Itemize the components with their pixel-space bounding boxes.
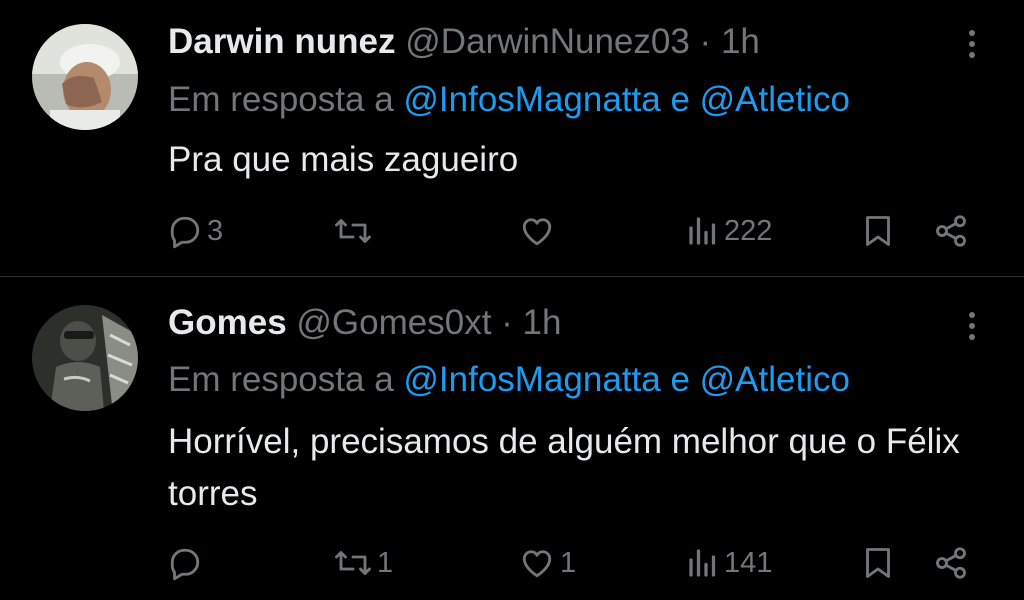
separator-dot: ·: [699, 22, 712, 61]
timestamp[interactable]: 1h: [523, 303, 562, 342]
reply-and: e: [660, 80, 700, 119]
separator-dot: ·: [501, 303, 513, 342]
reply-count: 3: [207, 214, 224, 247]
tweet-header: Darwin nunez @DarwinNunez03 · 1h: [168, 22, 760, 62]
author-name[interactable]: Gomes: [168, 303, 287, 342]
mention-link[interactable]: @InfosMagnatta: [403, 360, 660, 399]
mention-link[interactable]: @Atletico: [700, 80, 850, 119]
reply-and: e: [660, 360, 700, 399]
more-icon[interactable]: [960, 306, 984, 346]
reply-button[interactable]: [167, 541, 207, 585]
like-button[interactable]: 1: [518, 541, 576, 585]
like-button[interactable]: [518, 209, 560, 253]
retweet-button[interactable]: 1: [333, 541, 393, 585]
heart-icon: [522, 550, 552, 578]
views-button[interactable]: 141: [686, 541, 772, 585]
avatar-image: [32, 305, 138, 411]
share-button[interactable]: [932, 541, 970, 585]
like-count: 1: [560, 546, 577, 579]
bookmark-button[interactable]: [861, 209, 895, 253]
timestamp[interactable]: 1h: [721, 22, 760, 61]
tweet[interactable]: Darwin nunez @DarwinNunez03 · 1h Em resp…: [0, 0, 1024, 276]
mention-link[interactable]: @Atletico: [700, 360, 850, 399]
views-button[interactable]: 222: [686, 209, 772, 253]
reply-prefix: Em resposta a: [168, 80, 404, 119]
bookmark-icon: [866, 216, 890, 246]
tweet-text: Horrível, precisamos de alguém melhor qu…: [168, 422, 960, 513]
reply-context: Em resposta a @InfosMagnatta e @Atletico: [168, 360, 850, 400]
avatar[interactable]: [32, 305, 138, 411]
action-bar: 1 1 141: [0, 541, 1024, 585]
author-name[interactable]: Darwin nunez: [168, 22, 396, 61]
views-icon: [689, 549, 716, 577]
mention-link[interactable]: @InfosMagnatta: [403, 80, 660, 119]
views-icon: [689, 217, 716, 245]
retweet-icon: [335, 551, 371, 575]
avatar[interactable]: [32, 24, 138, 130]
avatar-image: [32, 24, 138, 130]
tweet[interactable]: Gomes @Gomes0xt · 1h Em resposta a @Info…: [0, 277, 1024, 600]
bookmark-icon: [866, 548, 890, 578]
tweet-text: Pra que mais zagueiro: [168, 140, 519, 179]
retweet-icon: [335, 219, 371, 243]
retweet-count: 1: [377, 546, 394, 579]
reply-prefix: Em resposta a: [168, 360, 404, 399]
reply-context: Em resposta a @InfosMagnatta e @Atletico: [168, 80, 850, 120]
more-icon[interactable]: [960, 24, 984, 64]
view-count: 141: [724, 546, 773, 579]
view-count: 222: [724, 214, 773, 247]
reply-button[interactable]: 3: [167, 209, 223, 253]
share-icon: [936, 215, 966, 247]
reply-icon: [170, 216, 200, 249]
tweet-header: Gomes @Gomes0xt · 1h: [168, 303, 561, 343]
tweet-feed: Darwin nunez @DarwinNunez03 · 1h Em resp…: [0, 0, 1024, 600]
author-handle[interactable]: @Gomes0xt: [296, 303, 491, 342]
retweet-button[interactable]: [333, 209, 377, 253]
bookmark-button[interactable]: [861, 541, 895, 585]
share-icon: [936, 547, 966, 579]
heart-icon: [522, 218, 552, 246]
author-handle[interactable]: @DarwinNunez03: [405, 22, 690, 61]
reply-icon: [170, 548, 200, 581]
action-bar: 3 222: [0, 209, 1024, 253]
share-button[interactable]: [932, 209, 970, 253]
